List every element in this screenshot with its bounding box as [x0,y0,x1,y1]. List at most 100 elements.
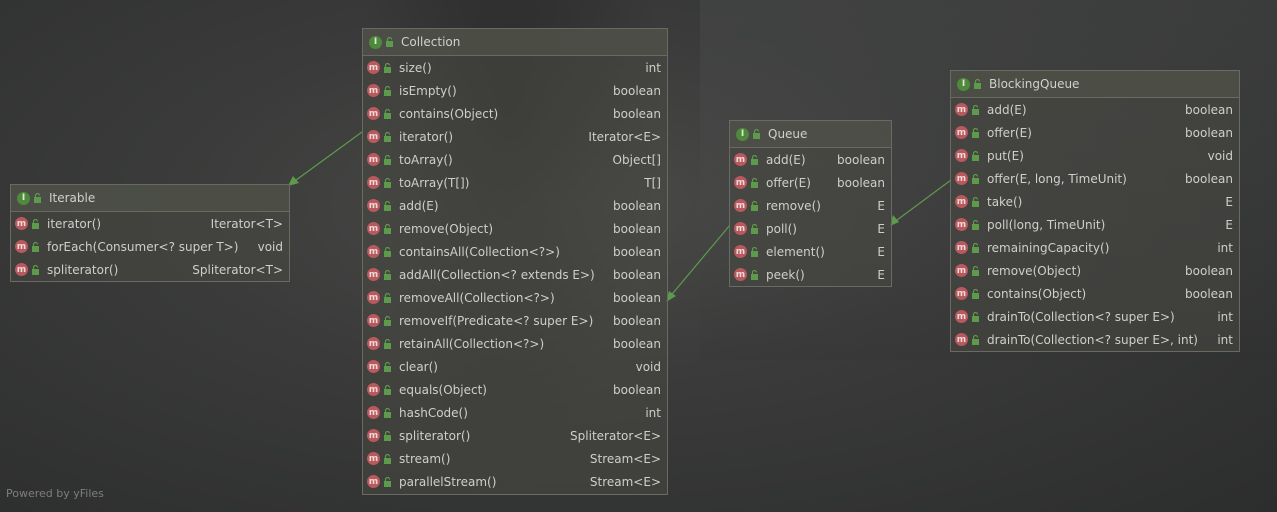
class-header-queue[interactable]: I Queue [730,121,891,148]
method-row[interactable]: m poll() E [730,217,891,240]
method-row[interactable]: m isEmpty() boolean [363,79,667,102]
method-row[interactable]: m drainTo(Collection<? super E>) int [951,305,1239,328]
method-row[interactable]: m removeIf(Predicate<? super E>) boolean [363,309,667,332]
public-lock-icon [750,154,759,165]
method-return-type: boolean [613,313,661,328]
method-row[interactable]: m remove(Object) boolean [363,217,667,240]
method-icon: m [367,84,380,97]
method-return-type: Iterator<E> [588,129,661,144]
method-row[interactable]: m add(E) boolean [730,148,891,171]
method-name: toArray() [399,152,453,167]
method-name: isEmpty() [399,83,457,98]
method-row[interactable]: m offer(E) boolean [730,171,891,194]
method-row[interactable]: m contains(Object) boolean [363,102,667,125]
method-row[interactable]: m offer(E) boolean [951,121,1239,144]
method-row[interactable]: m iterator() Iterator<T> [11,212,289,235]
method-row[interactable]: m parallelStream() Stream<E> [363,470,667,493]
method-row[interactable]: m poll(long, TimeUnit) E [951,213,1239,236]
public-lock-icon [971,311,980,322]
method-name: iterator() [47,216,102,231]
method-name: peek() [766,267,805,282]
method-row[interactable]: m add(E) boolean [363,194,667,217]
method-row[interactable]: m add(E) boolean [951,98,1239,121]
method-row[interactable]: m removeAll(Collection<?>) boolean [363,286,667,309]
method-return-type: E [877,267,885,282]
method-row[interactable]: m iterator() Iterator<E> [363,125,667,148]
public-lock-icon [971,265,980,276]
method-row[interactable]: m remove() E [730,194,891,217]
method-row[interactable]: m forEach(Consumer<? super T>) void [11,235,289,258]
method-list: m iterator() Iterator<T> m forEach(Consumer<… [11,212,289,281]
method-row[interactable]: m size() int [363,56,667,79]
method-return-type: boolean [613,106,661,121]
public-lock-icon [383,131,392,142]
method-row[interactable]: m addAll(Collection<? extends E>) boolean [363,263,667,286]
method-row[interactable]: m remove(Object) boolean [951,259,1239,282]
method-icon: m [367,199,380,212]
method-name: element() [766,244,825,259]
method-row[interactable]: m retainAll(Collection<?>) boolean [363,332,667,355]
class-queue[interactable]: I Queue m add(E) boolean m offer(E) boolean m r… [729,120,892,287]
method-row[interactable]: m take() E [951,190,1239,213]
method-icon: m [15,217,28,230]
method-icon: m [367,130,380,143]
method-row[interactable]: m remainingCapacity() int [951,236,1239,259]
class-header-iterable[interactable]: I Iterable [11,185,289,212]
method-name: poll() [766,221,797,236]
method-icon: m [367,291,380,304]
method-icon: m [367,452,380,465]
method-name: add(E) [987,102,1027,117]
method-name: remove() [766,198,821,213]
method-return-type: Object[] [612,152,661,167]
public-lock-icon [383,269,392,280]
method-return-type: boolean [613,244,661,259]
method-name: drainTo(Collection<? super E>) [987,309,1175,324]
public-lock-icon [383,407,392,418]
method-return-type: T[] [644,175,661,190]
method-icon: m [734,153,747,166]
method-row[interactable]: m toArray() Object[] [363,148,667,171]
class-name: Collection [401,35,461,49]
method-name: remove(Object) [399,221,494,236]
method-name: contains(Object) [399,106,499,121]
method-return-type: Stream<E> [589,451,661,466]
arrow-collection-to-iterable [291,131,363,184]
class-header-collection[interactable]: I Collection [363,29,667,56]
public-lock-icon [31,218,40,229]
public-lock-icon [971,173,980,184]
public-lock-icon [383,338,392,349]
method-row[interactable]: m hashCode() int [363,401,667,424]
method-name: offer(E, long, TimeUnit) [987,171,1127,186]
method-list: m size() int m isEmpty() boolean m contains(Obj… [363,56,667,493]
method-return-type: int [645,405,661,420]
method-name: offer(E) [987,125,1032,140]
class-iterable[interactable]: I Iterable m iterator() Iterator<T> m forEac… [10,184,290,282]
method-row[interactable]: m element() E [730,240,891,263]
method-return-type: void [635,359,661,374]
method-row[interactable]: m put(E) void [951,144,1239,167]
class-header-blockingqueue[interactable]: I BlockingQueue [951,71,1239,98]
method-row[interactable]: m stream() Stream<E> [363,447,667,470]
public-lock-icon [971,196,980,207]
public-lock-icon [383,453,392,464]
class-name: BlockingQueue [989,77,1080,91]
method-row[interactable]: m spliterator() Spliterator<E> [363,424,667,447]
method-row[interactable]: m containsAll(Collection<?>) boolean [363,240,667,263]
method-row[interactable]: m clear() void [363,355,667,378]
method-row[interactable]: m spliterator() Spliterator<T> [11,258,289,281]
public-lock-icon [31,264,40,275]
method-return-type: void [1207,148,1233,163]
method-row[interactable]: m peek() E [730,263,891,286]
method-row[interactable]: m equals(Object) boolean [363,378,667,401]
class-blockingqueue[interactable]: I BlockingQueue m add(E) boolean m offer(E) b… [950,70,1240,352]
method-icon: m [367,268,380,281]
public-lock-icon [971,150,980,161]
method-row[interactable]: m drainTo(Collection<? super E>, int) int [951,328,1239,351]
method-row[interactable]: m offer(E, long, TimeUnit) boolean [951,167,1239,190]
method-row[interactable]: m contains(Object) boolean [951,282,1239,305]
method-row[interactable]: m toArray(T[]) T[] [363,171,667,194]
public-lock-icon [750,200,759,211]
public-lock-icon [971,288,980,299]
method-icon: m [734,199,747,212]
class-collection[interactable]: I Collection m size() int m isEmpty() boolean… [362,28,668,495]
